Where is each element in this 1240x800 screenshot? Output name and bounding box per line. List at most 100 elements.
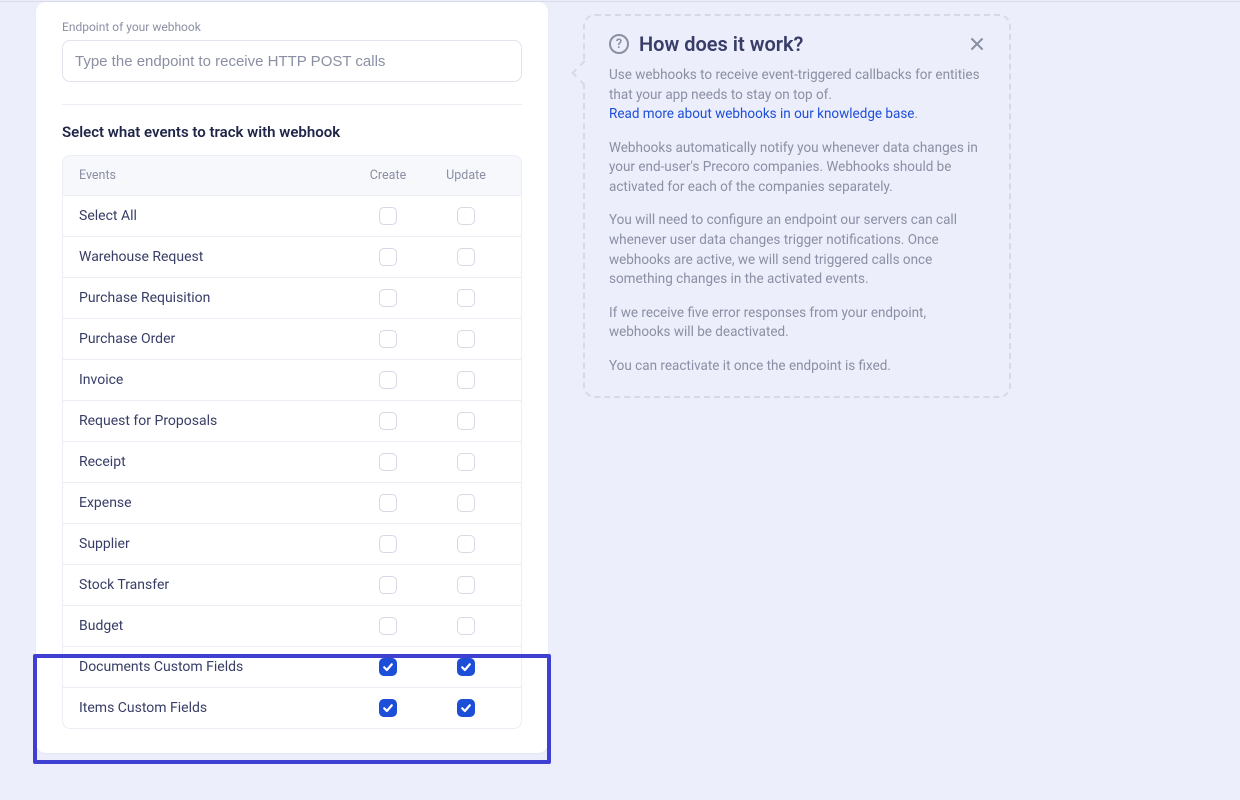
create-cell	[349, 289, 427, 307]
create-cell	[349, 535, 427, 553]
row-label: Stock Transfer	[79, 577, 349, 593]
create-checkbox[interactable]	[379, 207, 397, 225]
update-checkbox[interactable]	[457, 658, 475, 676]
update-checkbox[interactable]	[457, 248, 475, 266]
row-label: Items Custom Fields	[79, 700, 349, 716]
table-row: Receipt	[63, 441, 521, 482]
create-checkbox[interactable]	[379, 494, 397, 512]
col-header-events: Events	[79, 168, 349, 183]
info-title: How does it work?	[639, 32, 803, 56]
table-row: Supplier	[63, 523, 521, 564]
events-table-header: Events Create Update	[63, 156, 521, 195]
row-label: Purchase Order	[79, 331, 349, 347]
update-cell	[427, 699, 505, 717]
update-cell	[427, 248, 505, 266]
update-cell	[427, 617, 505, 635]
update-checkbox[interactable]	[457, 207, 475, 225]
update-checkbox[interactable]	[457, 453, 475, 471]
table-row: Invoice	[63, 359, 521, 400]
col-header-create: Create	[349, 168, 427, 183]
update-cell	[427, 371, 505, 389]
row-label: Select All	[79, 208, 349, 224]
table-row: Request for Proposals	[63, 400, 521, 441]
col-header-update: Update	[427, 168, 505, 183]
create-cell	[349, 494, 427, 512]
table-row: Purchase Order	[63, 318, 521, 359]
create-checkbox[interactable]	[379, 699, 397, 717]
row-label: Receipt	[79, 454, 349, 470]
update-cell	[427, 576, 505, 594]
row-label: Purchase Requisition	[79, 290, 349, 306]
create-checkbox[interactable]	[379, 371, 397, 389]
update-checkbox[interactable]	[457, 330, 475, 348]
row-label: Supplier	[79, 536, 349, 552]
divider	[62, 104, 522, 105]
table-row: Warehouse Request	[63, 236, 521, 277]
update-checkbox[interactable]	[457, 371, 475, 389]
table-row: Documents Custom Fields	[63, 646, 521, 687]
create-checkbox[interactable]	[379, 658, 397, 676]
create-checkbox[interactable]	[379, 330, 397, 348]
table-row: Expense	[63, 482, 521, 523]
table-row: Budget	[63, 605, 521, 646]
update-checkbox[interactable]	[457, 289, 475, 307]
row-label: Documents Custom Fields	[79, 659, 349, 675]
create-cell	[349, 617, 427, 635]
row-label: Invoice	[79, 372, 349, 388]
info-text: Use webhooks to receive event-triggered …	[609, 67, 980, 103]
update-cell	[427, 494, 505, 512]
close-icon[interactable]	[965, 32, 989, 56]
create-cell	[349, 699, 427, 717]
update-checkbox[interactable]	[457, 412, 475, 430]
create-checkbox[interactable]	[379, 617, 397, 635]
info-paragraph: You will need to configure an endpoint o…	[609, 211, 989, 289]
endpoint-label: Endpoint of your webhook	[62, 20, 522, 34]
create-checkbox[interactable]	[379, 535, 397, 553]
table-row: Select All	[63, 195, 521, 236]
update-checkbox[interactable]	[457, 576, 475, 594]
create-checkbox[interactable]	[379, 576, 397, 594]
events-section-title: Select what events to track with webhook	[62, 123, 522, 141]
info-paragraph: Use webhooks to receive event-triggered …	[609, 66, 989, 125]
update-cell	[427, 289, 505, 307]
info-paragraph: You can reactivate it once the endpoint …	[609, 357, 989, 377]
create-checkbox[interactable]	[379, 289, 397, 307]
row-label: Budget	[79, 618, 349, 634]
create-checkbox[interactable]	[379, 453, 397, 471]
update-cell	[427, 207, 505, 225]
table-row: Purchase Requisition	[63, 277, 521, 318]
create-checkbox[interactable]	[379, 248, 397, 266]
info-link[interactable]: Read more about webhooks in our knowledg…	[609, 106, 914, 122]
update-checkbox[interactable]	[457, 617, 475, 635]
table-row: Stock Transfer	[63, 564, 521, 605]
row-label: Warehouse Request	[79, 249, 349, 265]
create-checkbox[interactable]	[379, 412, 397, 430]
table-row: Items Custom Fields	[63, 687, 521, 728]
endpoint-input[interactable]	[62, 40, 522, 82]
create-cell	[349, 248, 427, 266]
info-paragraph: If we receive five error responses from …	[609, 304, 989, 343]
update-cell	[427, 330, 505, 348]
update-cell	[427, 535, 505, 553]
info-text: .	[914, 106, 918, 122]
create-cell	[349, 658, 427, 676]
create-cell	[349, 371, 427, 389]
update-checkbox[interactable]	[457, 494, 475, 512]
row-label: Request for Proposals	[79, 413, 349, 429]
update-cell	[427, 412, 505, 430]
update-checkbox[interactable]	[457, 535, 475, 553]
create-cell	[349, 207, 427, 225]
row-label: Expense	[79, 495, 349, 511]
create-cell	[349, 330, 427, 348]
update-cell	[427, 453, 505, 471]
info-panel: ? How does it work? Use webhooks to rece…	[583, 14, 1011, 398]
create-cell	[349, 412, 427, 430]
events-table: Events Create Update Select All Warehouse…	[62, 155, 522, 729]
create-cell	[349, 453, 427, 471]
info-paragraph: Webhooks automatically notify you whenev…	[609, 139, 989, 198]
update-checkbox[interactable]	[457, 699, 475, 717]
webhook-config-card: Endpoint of your webhook Select what eve…	[36, 2, 548, 753]
question-icon: ?	[609, 34, 629, 54]
panel-pointer	[571, 60, 596, 85]
update-cell	[427, 658, 505, 676]
